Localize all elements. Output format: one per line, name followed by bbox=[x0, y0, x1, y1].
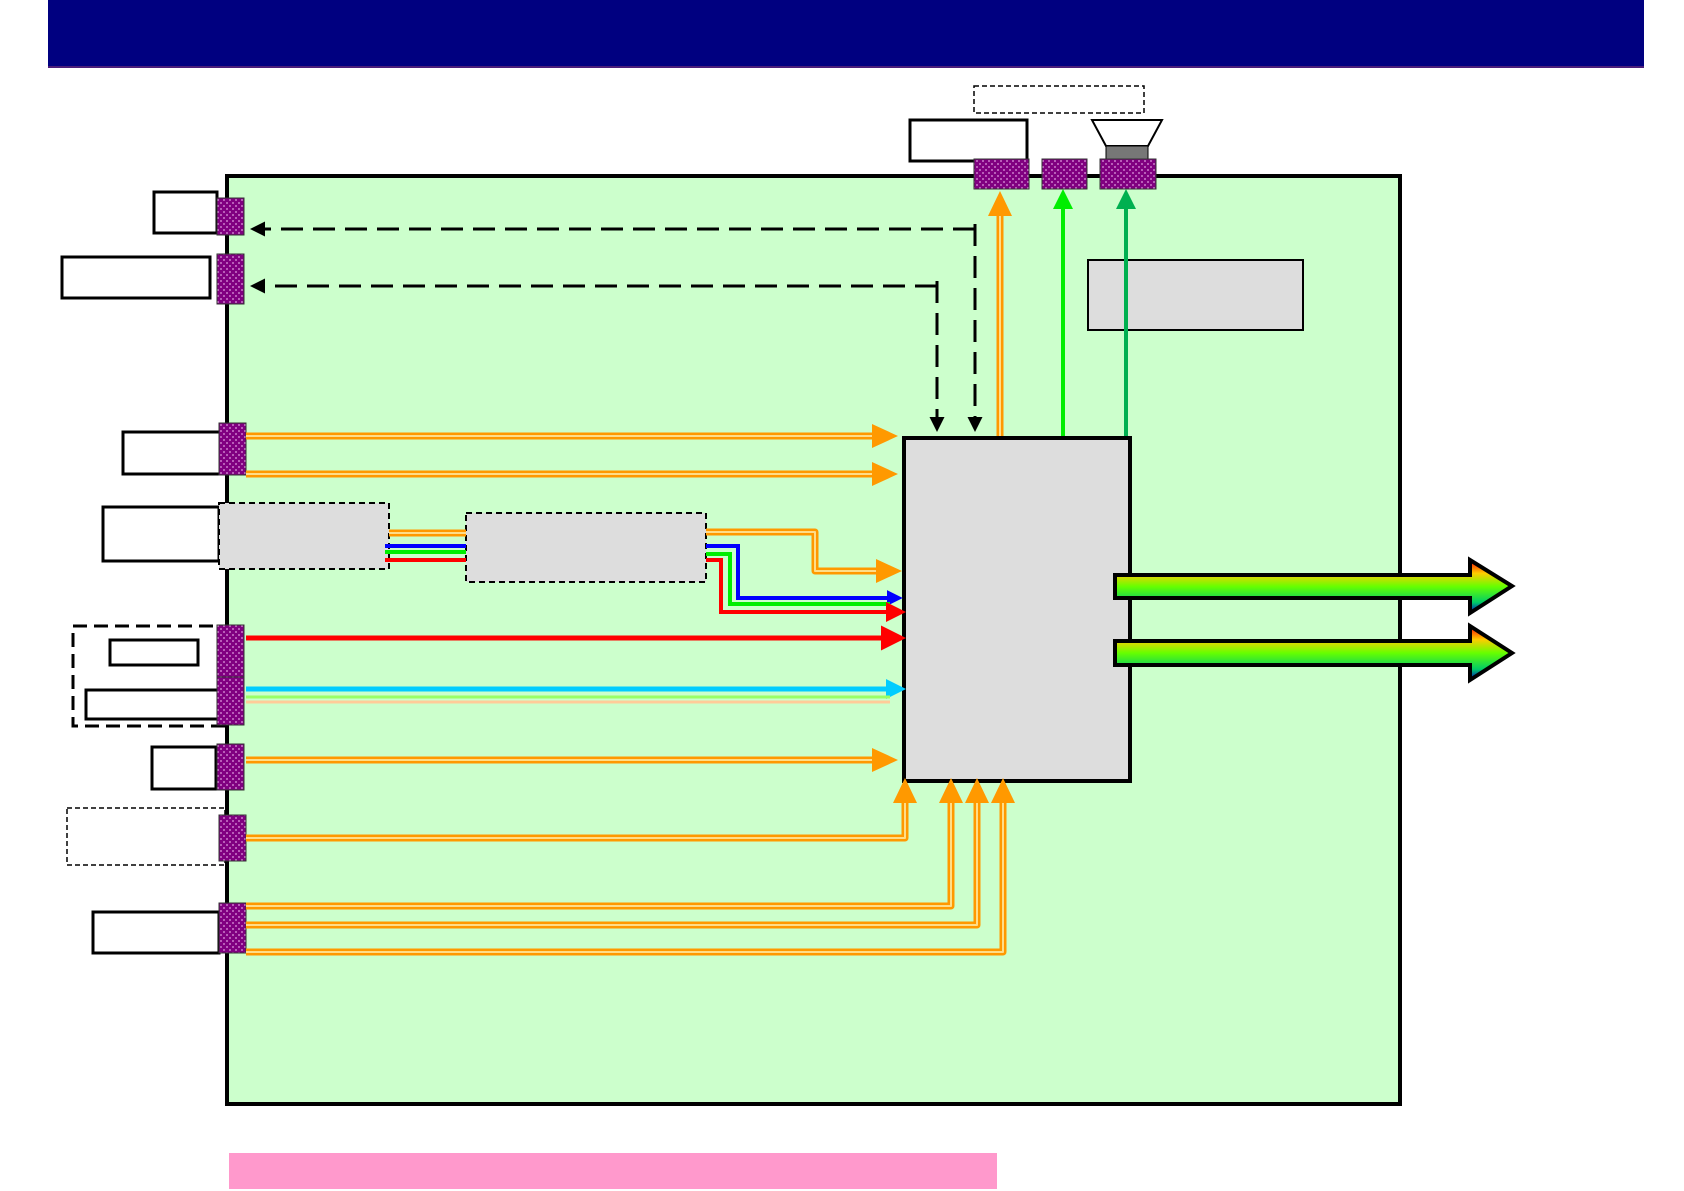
footer-note-bar bbox=[229, 1153, 997, 1189]
port-top-3 bbox=[1099, 158, 1157, 190]
port-left-1 bbox=[216, 197, 245, 236]
port-left-5 bbox=[216, 676, 245, 726]
left-label-box-1 bbox=[152, 190, 219, 235]
central-processor-block bbox=[902, 436, 1132, 783]
top-left-label-box bbox=[908, 118, 1029, 163]
port-left-6 bbox=[216, 743, 245, 791]
port-left-2 bbox=[216, 253, 245, 305]
port-left-8 bbox=[218, 902, 247, 954]
left-dashed-label-box bbox=[66, 807, 226, 866]
port-top-2 bbox=[1041, 158, 1088, 190]
top-right-block bbox=[1087, 259, 1304, 331]
left-label-box-5 bbox=[108, 638, 200, 667]
port-left-3 bbox=[218, 422, 247, 476]
speaker-icon bbox=[1090, 119, 1164, 160]
left-label-box-8 bbox=[91, 910, 221, 955]
left-label-box-6 bbox=[84, 688, 223, 721]
port-left-7 bbox=[218, 814, 247, 862]
input-block-2 bbox=[465, 512, 707, 583]
left-label-box-2 bbox=[60, 255, 212, 300]
port-top-1 bbox=[973, 158, 1030, 190]
left-label-box-7 bbox=[150, 745, 218, 791]
left-label-box-4 bbox=[101, 505, 221, 563]
input-block-1 bbox=[218, 502, 390, 570]
left-label-box-3 bbox=[121, 430, 222, 476]
block-diagram bbox=[60, 85, 1516, 1106]
port-left-4 bbox=[216, 624, 245, 678]
top-dashed-label-box bbox=[973, 85, 1145, 114]
